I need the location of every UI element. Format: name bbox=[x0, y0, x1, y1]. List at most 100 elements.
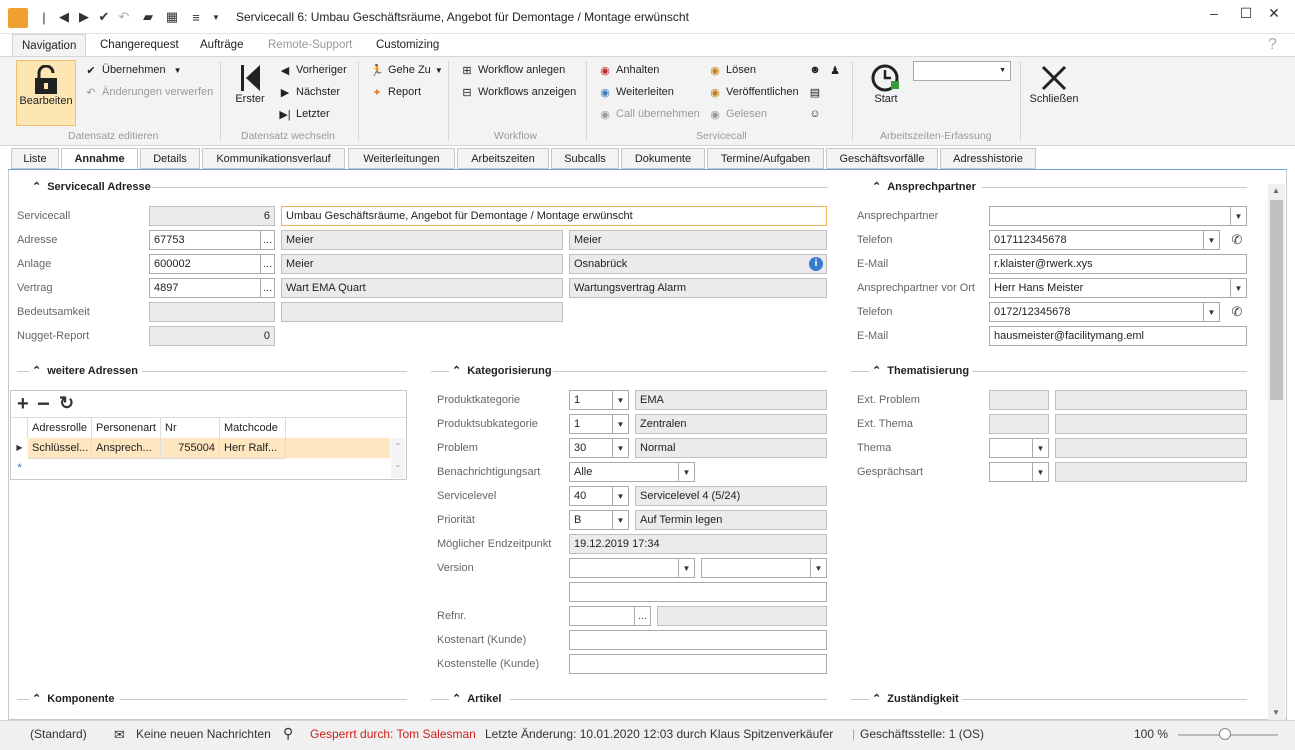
thema-select[interactable] bbox=[989, 438, 1033, 458]
servicelevel-select[interactable]: 40 bbox=[569, 486, 613, 506]
telefon-select[interactable]: 017112345678 bbox=[989, 230, 1204, 250]
chevron-down-icon[interactable]: ▼ bbox=[613, 438, 629, 458]
ansprechpartner-vor-ort-select[interactable]: Herr Hans Meister bbox=[989, 278, 1231, 298]
workflows-anzeigen-button[interactable]: ⊟ Workflows anzeigen bbox=[460, 85, 576, 99]
search-icon[interactable]: ⚲ bbox=[283, 725, 293, 742]
person-action-button-1[interactable]: ☻ bbox=[808, 63, 822, 77]
section-header-zustaendigkeit[interactable]: ⌃ Zuständigkeit bbox=[872, 692, 959, 706]
status-nachrichten[interactable]: Keine neuen Nachrichten bbox=[136, 727, 271, 741]
weiterleiten-button[interactable]: ◉ Weiterleiten bbox=[598, 85, 674, 99]
refresh-icon[interactable]: ↻ bbox=[59, 393, 74, 414]
section-header-kategorisierung[interactable]: ⌃ Kategorisierung bbox=[452, 364, 552, 378]
section-header-servicecall-adresse[interactable]: ⌃ Servicecall Adresse bbox=[32, 180, 151, 194]
column-header-personenart[interactable]: Personenart bbox=[92, 418, 161, 438]
vorheriger-button[interactable]: ◀ Vorheriger bbox=[278, 63, 347, 77]
close-icon[interactable]: ✕ bbox=[1254, 2, 1294, 24]
chevron-down-icon[interactable]: ▼ bbox=[613, 414, 629, 434]
chevron-down-icon[interactable]: ▼ bbox=[679, 462, 695, 482]
column-header-nr[interactable]: Nr bbox=[161, 418, 220, 438]
schliessen-button[interactable]: Schließen bbox=[1030, 63, 1078, 105]
vertrag-nr-field[interactable]: 4897 bbox=[149, 278, 261, 298]
arbeitszeit-select[interactable]: ▼ bbox=[913, 61, 1011, 81]
tab-weiterleitungen[interactable]: Weiterleitungen bbox=[348, 148, 455, 169]
calendar-icon[interactable]: ▦ bbox=[164, 9, 180, 25]
chevron-down-icon[interactable]: ▼ bbox=[613, 510, 629, 530]
chevron-down-icon[interactable]: ▼ bbox=[1033, 438, 1049, 458]
scroll-down-icon[interactable]: ▼ bbox=[1272, 708, 1280, 717]
tab-adresshistorie[interactable]: Adresshistorie bbox=[940, 148, 1036, 169]
chevron-down-icon[interactable]: ▼ bbox=[613, 486, 629, 506]
remove-icon[interactable]: − bbox=[37, 391, 50, 417]
chevron-down-icon[interactable]: ▼ bbox=[1204, 302, 1220, 322]
aenderungen-verwerfen-button[interactable]: ↶ Änderungen verwerfen bbox=[84, 85, 213, 99]
person-action-button-2[interactable]: ♟ bbox=[828, 63, 842, 77]
bearbeiten-button[interactable]: Bearbeiten bbox=[16, 60, 76, 126]
undo-icon[interactable]: ↶ bbox=[116, 9, 132, 25]
loesen-button[interactable]: ◉ Lösen bbox=[708, 63, 756, 77]
version-select-2[interactable] bbox=[701, 558, 811, 578]
tab-dokumente[interactable]: Dokumente bbox=[621, 148, 705, 169]
ribbon-tab-remote-support[interactable]: Remote-Support bbox=[259, 34, 361, 56]
prioritaet-select[interactable]: B bbox=[569, 510, 613, 530]
benachrichtigungsart-select[interactable]: Alle bbox=[569, 462, 679, 482]
checkmark-icon[interactable]: ✔ bbox=[96, 9, 112, 25]
tab-liste[interactable]: Liste bbox=[11, 148, 59, 169]
ansprechpartner-select[interactable] bbox=[989, 206, 1231, 226]
kostenart-field[interactable] bbox=[569, 630, 827, 650]
section-header-thematisierung[interactable]: ⌃ Thematisierung bbox=[872, 364, 969, 378]
gespraechsart-select[interactable] bbox=[989, 462, 1033, 482]
table-cell[interactable]: Herr Ralf... bbox=[220, 438, 286, 458]
chevron-down-icon[interactable]: ▼ bbox=[811, 558, 827, 578]
workflow-anlegen-button[interactable]: ⊞ Workflow anlegen bbox=[460, 63, 565, 77]
chevron-down-icon[interactable]: ▼ bbox=[613, 390, 629, 410]
chevron-down-icon[interactable]: ▼ bbox=[1231, 206, 1247, 226]
tab-termine-aufgaben[interactable]: Termine/Aufgaben bbox=[707, 148, 824, 169]
tab-annahme[interactable]: Annahme bbox=[61, 148, 138, 170]
chat-icon[interactable]: ▰ bbox=[140, 9, 156, 25]
column-header-matchcode[interactable]: Matchcode bbox=[220, 418, 286, 438]
grid-scrollbar[interactable]: ⌃ ⌄ bbox=[391, 438, 405, 478]
scrollbar-thumb[interactable] bbox=[1270, 200, 1283, 400]
person-action-button-3[interactable]: ▤ bbox=[808, 85, 822, 99]
ribbon-tab-navigation[interactable]: Navigation bbox=[12, 34, 87, 56]
help-icon[interactable]: ? bbox=[1268, 36, 1277, 54]
gehe-zu-button[interactable]: 🏃 Gehe Zu ▼ bbox=[370, 63, 443, 77]
refnr-lookup-button[interactable]: … bbox=[635, 606, 651, 626]
chevron-down-icon[interactable]: ▼ bbox=[679, 558, 695, 578]
anhalten-button[interactable]: ◉ Anhalten bbox=[598, 63, 659, 77]
produktkategorie-select[interactable]: 1 bbox=[569, 390, 613, 410]
anlage-lookup-button[interactable]: … bbox=[261, 254, 275, 274]
list-icon[interactable]: ≡ bbox=[188, 9, 204, 25]
ribbon-tab-customizing[interactable]: Customizing bbox=[367, 34, 448, 56]
refnr-field[interactable] bbox=[569, 606, 635, 626]
problem-select[interactable]: 30 bbox=[569, 438, 613, 458]
tab-arbeitszeiten[interactable]: Arbeitszeiten bbox=[457, 148, 549, 169]
version-select-1[interactable] bbox=[569, 558, 679, 578]
version-text-field[interactable] bbox=[569, 582, 827, 602]
back-arrow-icon[interactable]: ◀ bbox=[56, 9, 72, 25]
produktsubkategorie-select[interactable]: 1 bbox=[569, 414, 613, 434]
erster-button[interactable]: Erster bbox=[232, 63, 268, 105]
section-header-artikel[interactable]: ⌃ Artikel bbox=[452, 692, 501, 706]
table-cell[interactable]: 755004 bbox=[161, 438, 220, 458]
letzter-button[interactable]: ▶| Letzter bbox=[278, 107, 329, 121]
table-cell[interactable]: Ansprech... bbox=[92, 438, 161, 458]
gelesen-button[interactable]: ◉ Gelesen bbox=[708, 107, 767, 121]
tab-geschaeftsvorfaelle[interactable]: Geschäftsvorfälle bbox=[826, 148, 938, 169]
section-header-ansprechpartner[interactable]: ⌃ Ansprechpartner bbox=[872, 180, 976, 194]
vertrag-lookup-button[interactable]: … bbox=[261, 278, 275, 298]
ribbon-tab-auftraege[interactable]: Aufträge bbox=[191, 34, 252, 56]
add-icon[interactable]: + bbox=[17, 393, 29, 416]
servicecall-text-field[interactable]: Umbau Geschäftsräume, Angebot für Demont… bbox=[281, 206, 827, 226]
anlage-nr-field[interactable]: 600002 bbox=[149, 254, 261, 274]
tab-subcalls[interactable]: Subcalls bbox=[551, 148, 619, 169]
kostenstelle-field[interactable] bbox=[569, 654, 827, 674]
forward-arrow-icon[interactable]: ▶ bbox=[76, 9, 92, 25]
report-button[interactable]: ✦ Report bbox=[370, 85, 421, 99]
section-header-weitere-adressen[interactable]: ⌃ weitere Adressen bbox=[32, 364, 138, 378]
email-vor-ort-field[interactable]: hausmeister@facilitymang.eml bbox=[989, 326, 1247, 346]
uebernehmen-button[interactable]: ✔ Übernehmen ▼ bbox=[84, 63, 181, 77]
tab-kommunikationsverlauf[interactable]: Kommunikationsverlauf bbox=[202, 148, 345, 169]
tab-details[interactable]: Details bbox=[140, 148, 200, 169]
zoom-slider-handle[interactable] bbox=[1219, 728, 1231, 740]
